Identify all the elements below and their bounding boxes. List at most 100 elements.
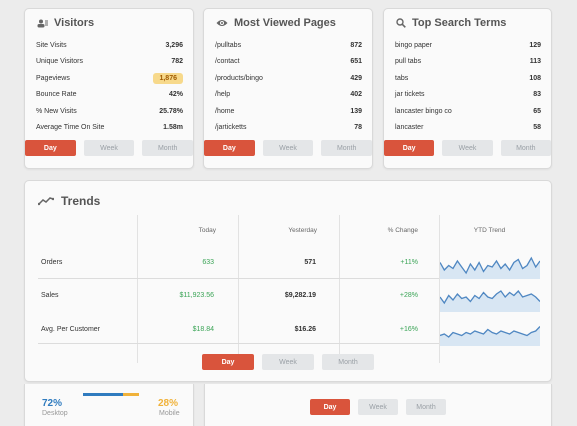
row-value: 25.78% (159, 107, 183, 115)
week-button[interactable]: Week (83, 140, 135, 156)
trend-change-value: +16% (399, 326, 418, 333)
day-button[interactable]: Day (310, 399, 350, 415)
row-label: lancaster bingo co (395, 107, 452, 115)
search-range-buttons: Day Week Month (384, 140, 551, 156)
visitors-card-title: Visitors (25, 9, 193, 37)
line-chart-icon (38, 197, 54, 206)
row-label: lancaster (395, 124, 424, 132)
header-yesterday: Yesterday (288, 227, 317, 234)
eye-icon (216, 20, 228, 26)
sparkline-area (440, 258, 540, 279)
pages-card: Most Viewed Pages /pulltabs 872/contact 65… (203, 8, 373, 169)
row-label: /pulltabs (215, 41, 242, 49)
row-value: 1,876 (153, 72, 183, 84)
row-value: 65 (533, 107, 541, 115)
month-button[interactable]: Month (321, 140, 373, 156)
list-item: lancaster bingo co 65 (384, 103, 551, 120)
header-ytd-trend: YTD Trend (473, 227, 506, 234)
device-split-bar (83, 393, 139, 396)
bottom-range-buttons: Day Week Month (205, 399, 551, 415)
row-value: 1.58m (163, 124, 183, 132)
row-value: 113 (529, 58, 541, 66)
week-button[interactable]: Week (262, 140, 314, 156)
trend-row-label: Avg. Per Customer (41, 326, 101, 333)
header-change: % Change (387, 227, 418, 234)
column-divider (238, 215, 239, 363)
row-value: 3,296 (165, 41, 183, 49)
desktop-share-bar (83, 393, 124, 396)
month-button[interactable]: Month (406, 399, 446, 415)
trend-change-value: +28% (399, 292, 418, 299)
bottom-card: Day Week Month (204, 384, 552, 426)
row-label: bingo paper (395, 41, 432, 49)
mobile-share-bar (123, 393, 139, 396)
visitors-stats-list: Site Visits 3,296 Unique Visitors 782 Pagevi… (25, 37, 193, 136)
month-button[interactable]: Month (322, 354, 374, 370)
row-value: 139 (350, 107, 362, 115)
row-label: pull tabs (395, 58, 422, 66)
sparkline-area (440, 291, 540, 312)
day-button[interactable]: Day (202, 354, 254, 370)
list-item: /jarticketts 78 (204, 120, 372, 137)
day-button[interactable]: Day (25, 140, 76, 156)
week-button[interactable]: Week (442, 140, 493, 156)
column-divider (137, 215, 138, 363)
list-item: /products/bingo 429 (204, 70, 372, 87)
trend-change-value: +11% (400, 259, 418, 266)
row-value: 83 (533, 91, 541, 99)
week-button[interactable]: Week (262, 354, 314, 370)
list-item: pull tabs 113 (384, 54, 551, 71)
day-button[interactable]: Day (204, 140, 255, 156)
list-item: /pulltabs 872 (204, 37, 372, 54)
search-title: Top Search Terms (412, 17, 507, 29)
list-item: bingo paper 129 (384, 37, 551, 54)
trends-card-title: Trends (38, 194, 100, 208)
row-value: 782 (171, 58, 183, 66)
pages-card-title: Most Viewed Pages (204, 9, 372, 37)
week-button[interactable]: Week (358, 399, 398, 415)
row-value: 402 (350, 91, 362, 99)
ytd-trend-sparkline (440, 326, 540, 346)
row-label: Unique Visitors (36, 58, 83, 66)
row-label: jar tickets (395, 91, 425, 99)
search-card-title: Top Search Terms (384, 9, 551, 37)
list-item: lancaster 58 (384, 120, 551, 137)
list-item: jar tickets 83 (384, 87, 551, 104)
list-item: tabs 108 (384, 70, 551, 87)
row-value: 872 (350, 41, 362, 49)
row-value: 58 (533, 124, 541, 132)
row-label: Bounce Rate (36, 91, 77, 99)
trend-yesterday-value: $16.26 (294, 326, 316, 333)
pages-range-buttons: Day Week Month (204, 140, 373, 156)
row-label: /jarticketts (215, 124, 247, 132)
header-today: Today (198, 227, 216, 234)
row-value: 78 (354, 124, 362, 132)
row-label: tabs (395, 74, 409, 82)
users-icon (37, 19, 48, 27)
list-item: Bounce Rate 42% (25, 87, 193, 104)
search-stats-list: bingo paper 129 pull tabs 113 tabs 108 jar tic… (384, 37, 551, 136)
list-item: /home 139 (204, 103, 372, 120)
row-value: 129 (529, 41, 541, 49)
trends-card: Trends Today Yesterday % Change YTD Tren… (24, 180, 552, 382)
list-item: Pageviews 1,876 (25, 70, 193, 87)
day-button[interactable]: Day (384, 140, 435, 156)
search-icon (396, 18, 406, 28)
pages-stats-list: /pulltabs 872/contact 651/products/bingo 42… (204, 37, 372, 136)
list-item: Unique Visitors 782 (25, 54, 193, 71)
visitors-range-buttons: Day Week Month (25, 140, 194, 156)
month-button[interactable]: Month (142, 140, 194, 156)
trend-yesterday-value: $9,282.19 (284, 292, 316, 299)
mobile-label: Mobile (159, 410, 180, 417)
visitors-card: Visitors Site Visits 3,296 Unique Visitors… (24, 8, 194, 169)
list-item: % New Visits 25.78% (25, 103, 193, 120)
ytd-trend-sparkline (440, 256, 540, 279)
row-label: Pageviews (36, 74, 70, 82)
visitors-title: Visitors (54, 17, 95, 29)
row-label: /contact (215, 58, 240, 66)
row-separator (38, 343, 439, 344)
desktop-label: Desktop (42, 410, 68, 417)
row-separator (38, 278, 439, 279)
column-divider (339, 215, 340, 363)
month-button[interactable]: Month (500, 140, 551, 156)
